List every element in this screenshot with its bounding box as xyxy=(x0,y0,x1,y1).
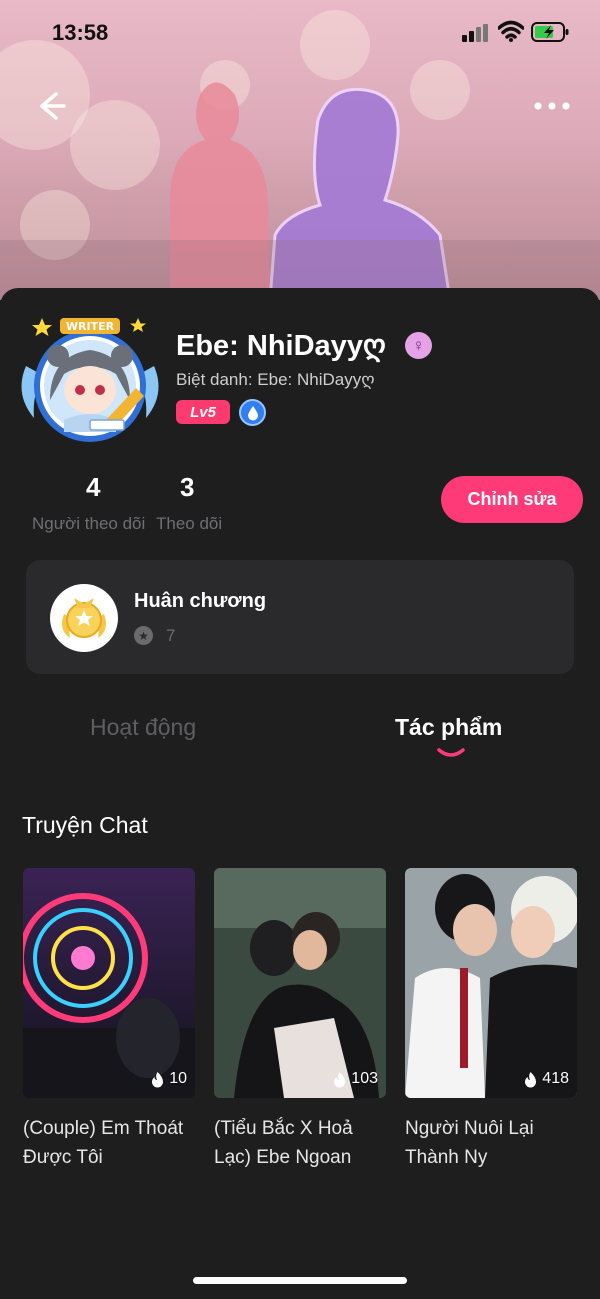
story-title[interactable]: (Tiểu Bắc X Hoả Lạc) Ebe Ngoan xyxy=(214,1114,390,1172)
followers-label[interactable]: Người theo dõi xyxy=(32,514,145,534)
tab-activity[interactable]: Hoạt động xyxy=(90,714,196,741)
medal-card[interactable]: Huân chương ★ 7 xyxy=(26,560,574,674)
wifi-icon xyxy=(498,20,524,42)
section-title: Truyện Chat xyxy=(22,812,148,838)
followers-count[interactable]: 4 xyxy=(86,472,100,503)
story-count-value: 103 xyxy=(351,1070,378,1087)
story-card[interactable]: 418 xyxy=(405,868,577,1098)
story-card[interactable]: 10 xyxy=(23,868,195,1098)
status-time: 13:58 xyxy=(52,20,109,45)
story-title[interactable]: Người Nuôi Lại Thành Ny xyxy=(405,1114,581,1172)
tab-works[interactable]: Tác phẩm xyxy=(395,714,502,741)
story-cover-image xyxy=(23,868,195,1098)
following-label[interactable]: Theo dõi xyxy=(156,514,222,534)
profile-name: Ebe: NhiDayyღ xyxy=(176,330,386,362)
story-cover-image xyxy=(405,868,577,1098)
avatar[interactable]: WRITER xyxy=(20,316,160,444)
story-count: 418 xyxy=(523,1070,569,1088)
medal-title: Huân chương xyxy=(134,590,267,612)
flame-icon xyxy=(152,1071,164,1087)
back-arrow-icon[interactable] xyxy=(32,88,68,124)
story-count-value: 418 xyxy=(542,1070,569,1087)
medal-count: 7 xyxy=(166,626,176,645)
star-icon: ★ xyxy=(134,626,153,645)
battery-charging-icon xyxy=(531,22,569,42)
tab-active-indicator xyxy=(437,748,465,757)
level-badge[interactable]: Lv5 xyxy=(176,400,230,424)
flame-icon xyxy=(334,1071,346,1087)
cellular-signal-icon xyxy=(462,24,488,42)
female-icon: ♀ xyxy=(405,332,432,359)
story-card[interactable]: 103 xyxy=(214,868,386,1098)
more-dots-icon[interactable] xyxy=(532,94,572,118)
story-title[interactable]: (Couple) Em Thoát Được Tôi xyxy=(23,1114,199,1172)
home-indicator[interactable] xyxy=(193,1277,407,1284)
edit-profile-button[interactable]: Chỉnh sửa xyxy=(441,476,583,523)
medal-icon xyxy=(50,584,118,652)
story-count-value: 10 xyxy=(169,1070,187,1087)
avatar-banner-text: WRITER xyxy=(66,320,115,333)
following-count[interactable]: 3 xyxy=(180,472,194,503)
drop-badge-icon[interactable] xyxy=(239,399,266,426)
story-count: 10 xyxy=(150,1070,187,1088)
flame-icon xyxy=(525,1071,537,1087)
status-bar: 13:58 xyxy=(0,0,600,64)
profile-nickname: Biệt danh: Ebe: NhiDayyღ xyxy=(176,370,375,389)
story-count: 103 xyxy=(332,1070,378,1088)
story-cover-image xyxy=(214,868,386,1098)
